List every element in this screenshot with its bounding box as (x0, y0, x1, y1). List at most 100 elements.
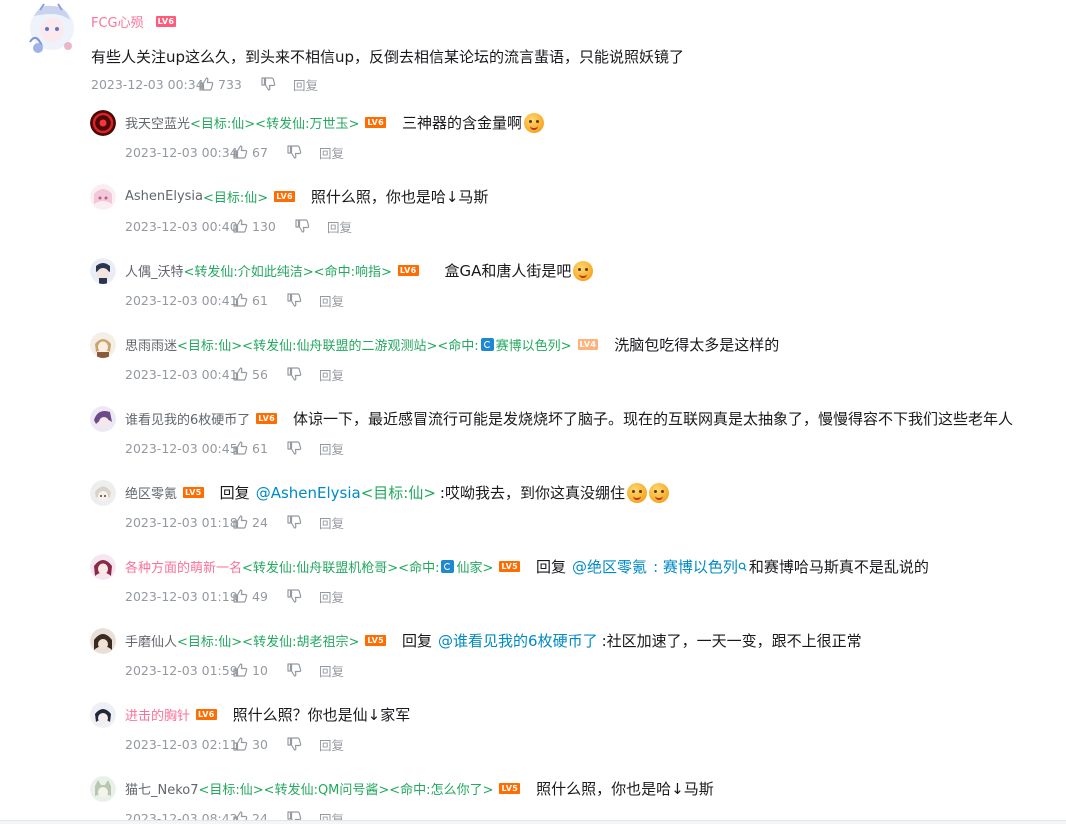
username-text[interactable]: FCG心殒 (91, 12, 144, 31)
reply-button[interactable]: 回复 (319, 513, 344, 532)
thumbs-down-icon (287, 367, 302, 381)
like-count: 30 (252, 736, 268, 752)
level-badge-icon: LV5 (499, 561, 521, 572)
avatar[interactable] (90, 110, 116, 136)
thumbs-up-icon (233, 367, 248, 381)
thumbs-up-icon (233, 293, 248, 307)
username[interactable]: 手磨仙人 (125, 631, 177, 650)
like-button[interactable]: 733 (199, 77, 261, 92)
like-button[interactable]: 61 (233, 441, 287, 456)
reply-header: 各种方面的萌新一名 <转发仙:仙舟联盟机枪哥><命中: 仙家> LV5 回复 @… (125, 556, 929, 577)
like-button[interactable]: 30 (233, 737, 287, 752)
reply-button[interactable]: 回复 (319, 661, 344, 680)
reply-button[interactable]: 回复 (319, 735, 344, 754)
username[interactable]: 我天空蓝光 (125, 113, 190, 132)
reply-text: 照什么照？你也是仙↓家军 (232, 706, 411, 724)
dislike-button[interactable] (295, 219, 327, 233)
reply-button[interactable]: 回复 (319, 143, 344, 162)
username[interactable]: AshenElysia (125, 189, 203, 204)
avatar[interactable] (90, 776, 116, 802)
emoji-icon (648, 482, 669, 503)
timestamp: 2023-12-03 01:59 (125, 662, 238, 678)
dislike-button[interactable] (287, 441, 319, 455)
dislike-button[interactable] (287, 145, 319, 159)
search-link-text[interactable]: 赛博以色列 (663, 558, 738, 576)
thumbs-up-icon (233, 737, 248, 751)
dislike-button[interactable] (287, 293, 319, 307)
avatar[interactable] (90, 406, 116, 432)
avatar[interactable] (90, 258, 116, 284)
reply-button[interactable]: 回复 (327, 217, 352, 236)
like-button[interactable]: 56 (233, 367, 287, 382)
reply-meta: 2023-12-03 01:19 49 回复 (125, 587, 344, 606)
reply-button[interactable]: 回复 (319, 587, 344, 606)
timestamp: 2023-12-03 00:41 (125, 292, 238, 308)
like-count: 24 (252, 514, 268, 530)
mention-link[interactable]: @绝区零氪 (572, 556, 647, 577)
avatar[interactable] (90, 332, 116, 358)
avatar[interactable] (90, 184, 116, 210)
dislike-button[interactable] (287, 367, 319, 381)
like-button[interactable]: 67 (233, 145, 287, 160)
username[interactable]: FCG心殒 LV6 (91, 12, 177, 31)
mention-link[interactable]: @AshenElysia (256, 484, 361, 502)
search-link[interactable]: : 赛博以色列 (653, 556, 738, 577)
reply-text: 盒GA和唐人街是吧 (444, 262, 572, 280)
reply-text: :社区加速了，一天一变，跟不上很正常 (601, 632, 862, 650)
level-badge-icon: LV5 (499, 783, 521, 794)
like-count: 49 (252, 588, 268, 604)
avatar[interactable] (90, 480, 116, 506)
like-count: 61 (252, 292, 268, 308)
user-tags: <转发仙:介如此纯洁><命中:响指> (183, 265, 392, 280)
reply-text: :哎呦我去，到你这真没绷住 (439, 484, 625, 502)
username[interactable]: 思雨雨迷 (125, 335, 177, 354)
avatar[interactable] (90, 628, 116, 654)
like-button[interactable]: 61 (233, 293, 287, 308)
reply-item: AshenElysia <目标:仙> LV6 照什么照，你也是哈↓马斯 2023… (0, 182, 1066, 252)
username[interactable]: 猫七_Neko7 (125, 779, 199, 798)
dislike-button[interactable] (261, 77, 293, 91)
like-count: 61 (252, 440, 268, 456)
like-button[interactable]: 130 (233, 219, 295, 234)
username[interactable]: 进击的胸针 (125, 705, 190, 724)
username[interactable]: 谁看见我的6枚硬币了 (125, 409, 250, 428)
reply-meta: 2023-12-03 02:11 30 回复 (125, 735, 344, 754)
emoji-icon (524, 112, 545, 133)
like-count: 733 (218, 76, 242, 92)
like-button[interactable]: 24 (233, 515, 287, 530)
username[interactable]: 各种方面的萌新一名 (125, 557, 242, 576)
thumbs-up-icon (233, 145, 248, 159)
mention-link[interactable]: @谁看见我的6枚硬币了 (438, 630, 598, 651)
reply-button[interactable]: 回复 (293, 75, 318, 94)
timestamp: 2023-12-03 00:40 (125, 218, 238, 234)
reply-text: 三神器的含金量啊 (402, 114, 523, 132)
user-tags: <目标:仙><转发仙:QM问号酱><命中:怎么你了> (198, 783, 494, 798)
username[interactable]: 绝区零氪 (125, 483, 177, 502)
timestamp: 2023-12-03 01:18 (125, 514, 238, 530)
username[interactable]: 人偶_沃特 (125, 261, 184, 280)
mention-tags: <目标:仙> (360, 484, 436, 502)
avatar[interactable] (22, 2, 78, 56)
avatar[interactable] (90, 702, 116, 728)
reply-button[interactable]: 回复 (319, 291, 344, 310)
reply-item: 绝区零氪 LV5 回复 @AshenElysia <目标:仙> :哎呦我去，到你… (0, 478, 1066, 548)
reply-header: 猫七_Neko7 <目标:仙><转发仙:QM问号酱><命中:怎么你了> LV5 … (125, 778, 714, 799)
search-icon (738, 562, 747, 571)
like-button[interactable]: 49 (233, 589, 287, 604)
dislike-button[interactable] (287, 515, 319, 529)
thumbs-up-icon (233, 441, 248, 455)
avatar[interactable] (90, 554, 116, 580)
dislike-button[interactable] (287, 737, 319, 751)
like-count: 130 (252, 218, 276, 234)
dislike-button[interactable] (287, 589, 319, 603)
level-badge-icon: LV6 (155, 16, 177, 27)
thumbs-down-icon (287, 145, 302, 159)
reply-button[interactable]: 回复 (319, 439, 344, 458)
dislike-button[interactable] (287, 663, 319, 677)
user-tags-tail: 赛博以色列> (495, 339, 572, 354)
like-button[interactable]: 10 (233, 663, 287, 678)
reply-prefix: 回复 (219, 484, 250, 502)
reply-button[interactable]: 回复 (319, 365, 344, 384)
reply-prefix: 回复 (402, 632, 433, 650)
reply-header: 思雨雨迷 <目标:仙><转发仙:仙舟联盟的二游观测站><命中: 赛博以色列> L… (125, 334, 779, 355)
